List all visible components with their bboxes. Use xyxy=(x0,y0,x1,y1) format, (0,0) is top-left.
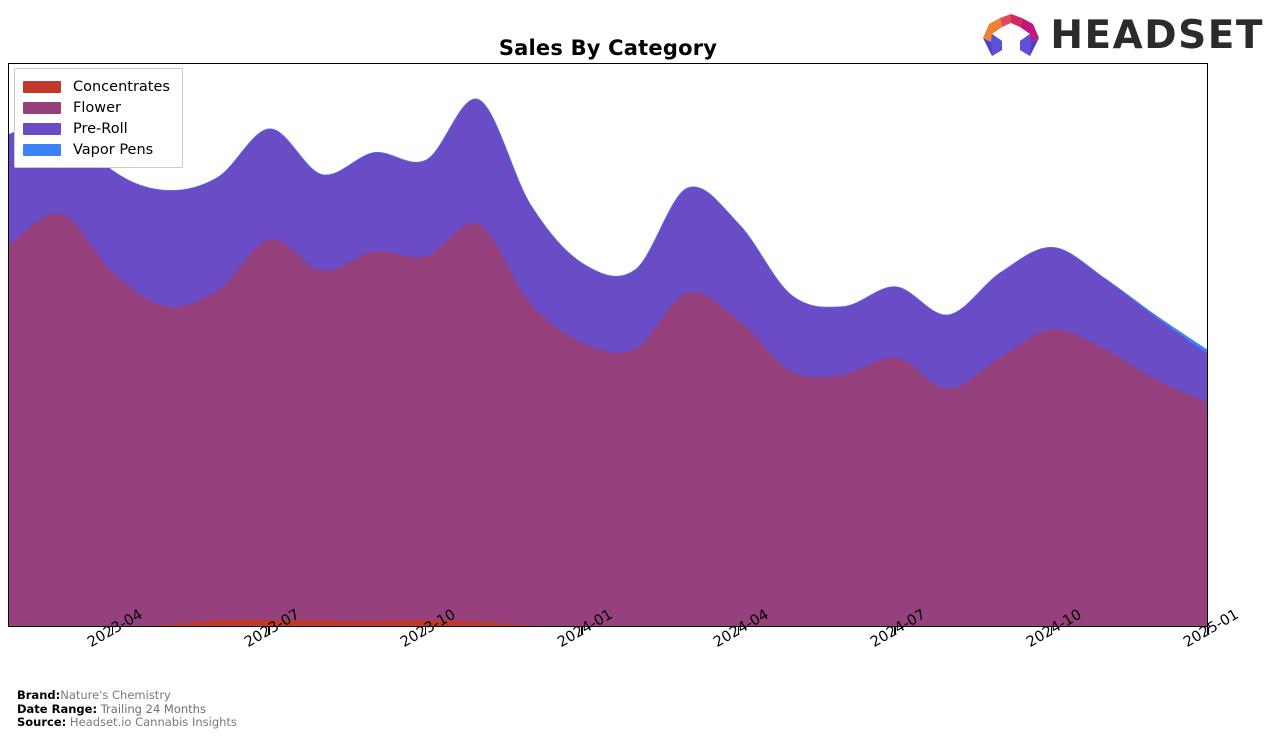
footer-source: Source: Headset.io Cannabis Insights xyxy=(17,715,237,730)
footer-source-label: Source: xyxy=(17,715,67,730)
legend-label-concentrates: Concentrates xyxy=(73,78,170,95)
plot-area xyxy=(8,63,1208,627)
logo-wordmark: HEADSET xyxy=(1050,12,1264,58)
footer-brand-value: Nature's Chemistry xyxy=(60,688,171,702)
legend-label-vapor-pens: Vapor Pens xyxy=(73,141,154,158)
legend-swatch-pre-roll xyxy=(23,122,61,135)
footer-date-range: Date Range: Trailing 24 Months xyxy=(17,701,237,717)
footer-source-value: Headset.io Cannabis Insights xyxy=(69,715,237,730)
legend-swatch-concentrates xyxy=(23,80,61,93)
legend-item-flower[interactable]: Flower xyxy=(23,97,170,118)
footer-brand: Brand:Nature's Chemistry xyxy=(17,688,237,703)
legend-swatch-flower xyxy=(23,101,61,114)
footer-date-range-label: Date Range: xyxy=(17,701,98,716)
legend-item-vapor-pens[interactable]: Vapor Pens xyxy=(23,139,170,160)
brand-logo: HEADSET xyxy=(980,12,1264,58)
stacked-area-chart xyxy=(9,98,1207,626)
legend-label-pre-roll: Pre-Roll xyxy=(73,120,128,137)
chart-page: Sales By Category HEADSET Concentrates F… xyxy=(0,0,1276,742)
chart-legend: Concentrates Flower Pre-Roll Vapor Pens xyxy=(14,68,183,168)
legend-swatch-vapor-pens xyxy=(23,143,61,156)
legend-item-pre-roll[interactable]: Pre-Roll xyxy=(23,118,170,139)
legend-item-concentrates[interactable]: Concentrates xyxy=(23,76,170,97)
legend-label-flower: Flower xyxy=(73,99,121,116)
footer-brand-label: Brand: xyxy=(17,688,61,702)
footer-date-range-value: Trailing 24 Months xyxy=(100,701,206,716)
headset-logo-mark xyxy=(983,14,1040,56)
chart-footer: Brand:Nature's Chemistry Date Range: Tra… xyxy=(17,688,237,730)
